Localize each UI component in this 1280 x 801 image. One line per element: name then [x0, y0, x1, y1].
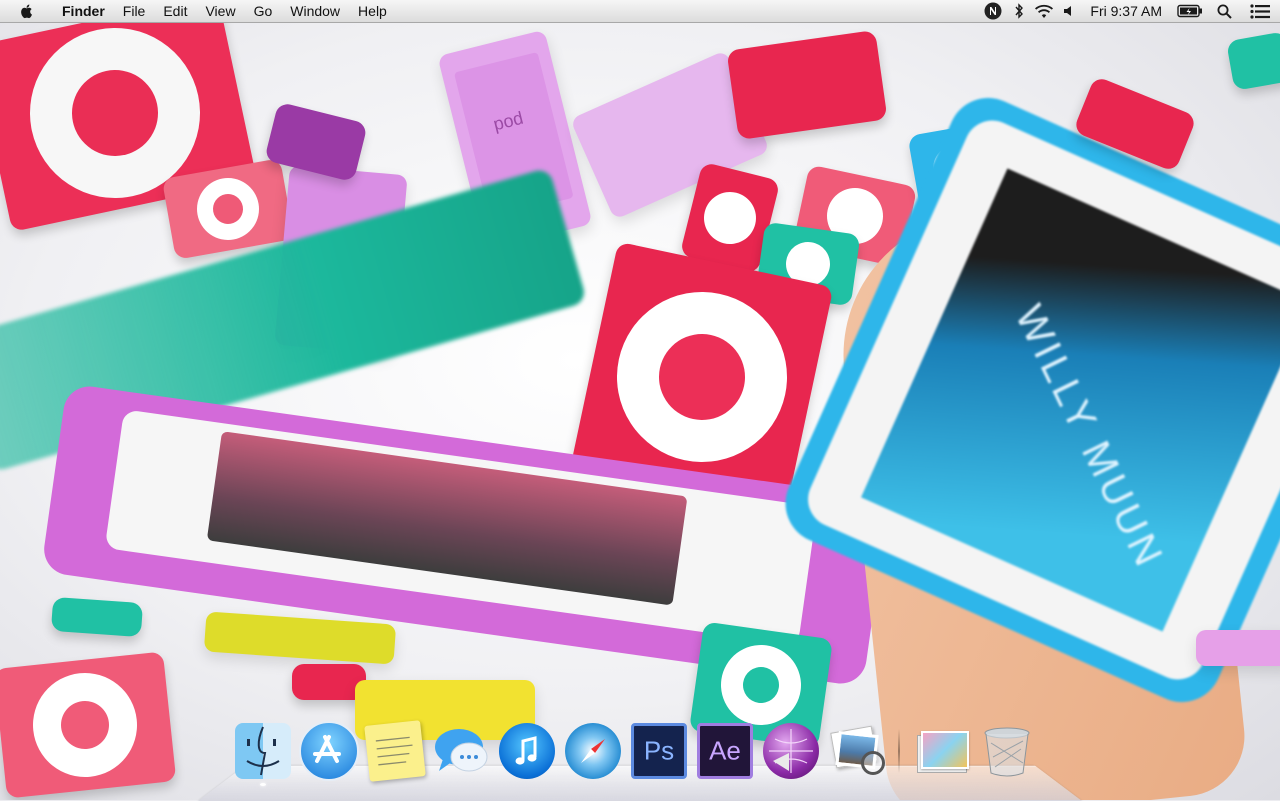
wallpaper-ipod-nano-yellow — [203, 611, 397, 665]
dock-item-messages[interactable] — [428, 720, 494, 782]
app-store-icon — [299, 721, 359, 781]
preview-icon — [829, 723, 885, 779]
volume-icon[interactable] — [1058, 0, 1080, 22]
trash-icon — [979, 723, 1035, 779]
spotlight-search-icon[interactable] — [1208, 0, 1240, 22]
desktop-wallpaper: pod WILLY MUUN — [0, 0, 1280, 800]
dock-item-itunes[interactable] — [494, 720, 560, 782]
menu-app-finder[interactable]: Finder — [53, 0, 114, 22]
menu-help[interactable]: Help — [349, 0, 396, 22]
battery-charging-icon[interactable] — [1172, 0, 1208, 22]
dock: Ps Ae — [230, 720, 1040, 786]
dock-item-finder[interactable] — [230, 720, 296, 786]
dock-item-stickies[interactable] — [362, 720, 428, 782]
purple-globe-megaphone-icon — [763, 723, 819, 779]
running-indicator — [260, 783, 266, 786]
wallpaper-ipod-shuffle-pink-bottom — [0, 651, 177, 799]
photoshop-icon: Ps — [631, 723, 687, 779]
wallpaper-ipod-shuffle-teal-edge — [1226, 31, 1280, 91]
dock-item-safari[interactable] — [560, 720, 626, 782]
menu-bar: Finder File Edit View Go Window Help Fri… — [0, 0, 1280, 23]
menu-view[interactable]: View — [196, 0, 244, 22]
menu-file[interactable]: File — [114, 0, 155, 22]
finder-icon — [235, 723, 291, 779]
wallpaper-ipod-shuffle-red-top — [726, 29, 888, 141]
dock-item-app-store[interactable] — [296, 720, 362, 782]
bluetooth-icon[interactable] — [1008, 0, 1030, 22]
after-effects-label: Ae — [709, 735, 741, 766]
notification-center-list-icon[interactable] — [1240, 0, 1280, 22]
photoshop-label: Ps — [643, 735, 675, 766]
safari-icon — [565, 723, 621, 779]
menu-go[interactable]: Go — [245, 0, 282, 22]
dock-item-photoshop[interactable]: Ps — [626, 720, 692, 782]
stickies-icon — [364, 720, 426, 782]
dock-item-after-effects[interactable]: Ae — [692, 720, 758, 782]
menu-edit[interactable]: Edit — [154, 0, 196, 22]
dock-item-globe-megaphone[interactable] — [758, 720, 824, 782]
wallpaper-ipod-shuffle-teal-small — [50, 596, 144, 638]
wallpaper-ipod-nano-pink-edge — [1196, 630, 1280, 666]
dock-separator — [898, 729, 900, 773]
wifi-icon[interactable] — [1030, 0, 1058, 22]
dock-item-documents-stack[interactable] — [908, 720, 974, 782]
notifications-n-icon[interactable] — [978, 0, 1008, 22]
messages-icon — [433, 723, 489, 779]
menu-window[interactable]: Window — [281, 0, 349, 22]
apple-logo-icon[interactable] — [19, 3, 35, 19]
after-effects-icon: Ae — [697, 723, 753, 779]
itunes-icon — [499, 723, 555, 779]
dock-item-trash[interactable] — [974, 720, 1040, 782]
menu-clock[interactable]: Fri 9:37 AM — [1080, 3, 1172, 19]
dock-item-preview[interactable] — [824, 720, 890, 782]
documents-stack-icon — [913, 723, 969, 779]
